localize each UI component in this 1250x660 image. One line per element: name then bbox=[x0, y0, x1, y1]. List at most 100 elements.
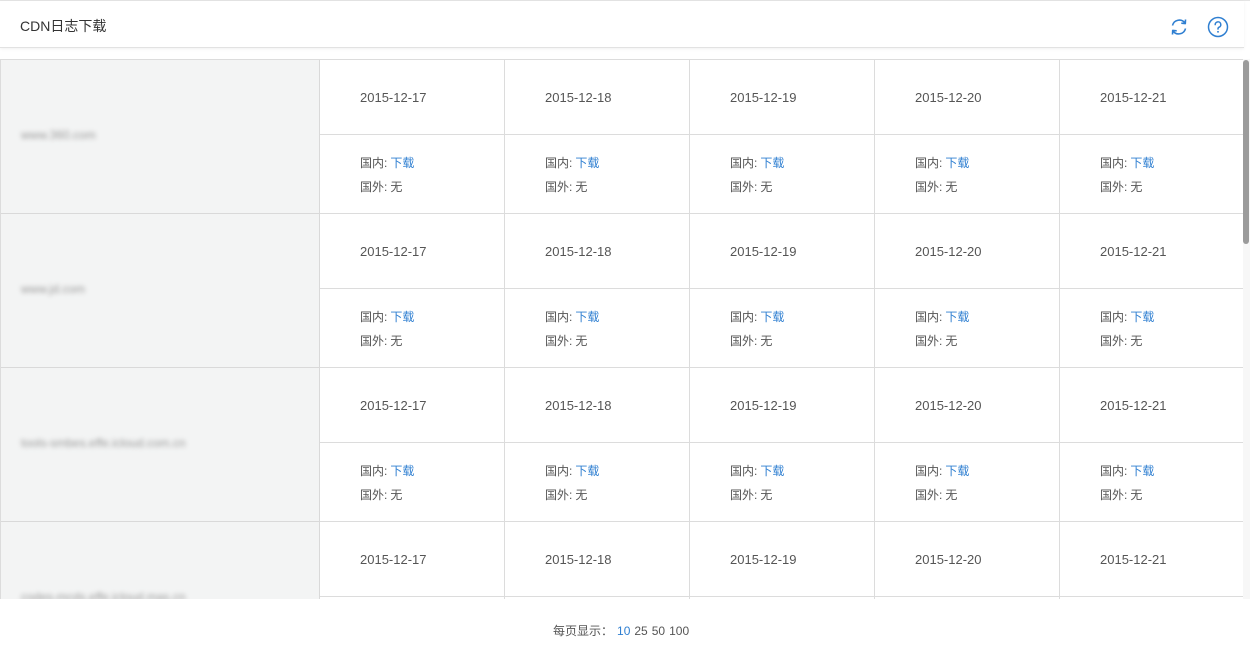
domestic-download-link[interactable]: 下载 bbox=[390, 156, 414, 170]
foreign-value: 无 bbox=[760, 488, 773, 502]
domestic-label: 国内: bbox=[360, 310, 388, 324]
domestic-download-link[interactable]: 下载 bbox=[945, 464, 969, 478]
page-size-option[interactable]: 25 bbox=[634, 624, 647, 638]
foreign-value: 无 bbox=[945, 334, 958, 348]
date-label: 2015-12-19 bbox=[730, 398, 797, 413]
domestic-row: 国内: 下载 bbox=[545, 154, 599, 171]
page-size-option[interactable]: 100 bbox=[669, 624, 689, 638]
foreign-value: 无 bbox=[575, 334, 588, 348]
page-size-option[interactable]: 50 bbox=[652, 624, 665, 638]
date-label: 2015-12-18 bbox=[545, 398, 612, 413]
foreign-value: 无 bbox=[945, 180, 958, 194]
foreign-row: 国外: 无 bbox=[1100, 486, 1142, 503]
date-cell: 2015-12-17 bbox=[320, 368, 504, 443]
domestic-download-link[interactable]: 下载 bbox=[575, 464, 599, 478]
date-label: 2015-12-19 bbox=[730, 244, 797, 259]
domestic-download-link[interactable]: 下载 bbox=[1130, 464, 1154, 478]
foreign-row: 国外: 无 bbox=[545, 178, 587, 195]
foreign-value: 无 bbox=[390, 180, 403, 194]
foreign-row: 国外: 无 bbox=[545, 332, 587, 349]
foreign-value: 无 bbox=[945, 488, 958, 502]
domestic-row: 国内: 下载 bbox=[545, 308, 599, 325]
domain-row: www.jd.com 2015-12-17 国内: 下载 国外: 无 2015-12-18 国… bbox=[1, 214, 1243, 368]
domestic-row: 国内: 下载 bbox=[1100, 308, 1154, 325]
foreign-value: 无 bbox=[1130, 488, 1143, 502]
day-column: 2015-12-19国内:下载国外:无 bbox=[690, 522, 875, 599]
date-cell: 2015-12-21 bbox=[1060, 60, 1243, 135]
day-column: 2015-12-17国内:下载国外:无 bbox=[320, 522, 505, 599]
domestic-label: 国内: bbox=[545, 156, 573, 170]
date-cell: 2015-12-18 bbox=[505, 214, 689, 289]
foreign-value: 无 bbox=[760, 180, 773, 194]
download-cell: 国内:下载国外:无 bbox=[875, 289, 1059, 368]
foreign-row: 国外: 无 bbox=[360, 486, 402, 503]
domestic-label: 国内: bbox=[545, 310, 573, 324]
domestic-row: 国内: 下载 bbox=[730, 308, 784, 325]
domestic-label: 国内: bbox=[915, 156, 943, 170]
domestic-download-link[interactable]: 下载 bbox=[760, 464, 784, 478]
foreign-row: 国外: 无 bbox=[360, 332, 402, 349]
date-label: 2015-12-17 bbox=[360, 398, 427, 413]
foreign-label: 国外: bbox=[545, 180, 573, 194]
download-cell: 国内:下载国外:无 bbox=[320, 289, 504, 368]
date-cell: 2015-12-19 bbox=[690, 60, 874, 135]
day-column: 2015-12-21 国内:下载国外:无 bbox=[1060, 214, 1243, 368]
date-cell: 2015-12-19 bbox=[690, 214, 874, 289]
download-cell: 国内:下载国外:无 bbox=[875, 135, 1059, 214]
foreign-row: 国外: 无 bbox=[730, 178, 772, 195]
domestic-download-link[interactable]: 下载 bbox=[945, 310, 969, 324]
date-cell: 2015-12-19 bbox=[690, 368, 874, 443]
day-column: 2015-12-18 国内:下载国外:无 bbox=[505, 368, 690, 522]
foreign-label: 国外: bbox=[730, 488, 758, 502]
domestic-download-link[interactable]: 下载 bbox=[1130, 310, 1154, 324]
domestic-label: 国内: bbox=[360, 156, 388, 170]
domestic-download-link[interactable]: 下载 bbox=[575, 310, 599, 324]
download-cell: 国内:下载国外:无 bbox=[690, 135, 874, 214]
date-label: 2015-12-19 bbox=[730, 90, 797, 105]
download-cell: 国内:下载国外:无 bbox=[505, 135, 689, 214]
domestic-download-link[interactable]: 下载 bbox=[760, 156, 784, 170]
download-cell: 国内:下载国外:无 bbox=[875, 443, 1059, 522]
pagination-bar: 每页显示： 10 25 50 100 bbox=[0, 599, 1250, 660]
domestic-row: 国内: 下载 bbox=[915, 462, 969, 479]
foreign-row: 国外: 无 bbox=[1100, 178, 1142, 195]
foreign-value: 无 bbox=[575, 180, 588, 194]
help-icon[interactable] bbox=[1207, 16, 1229, 38]
foreign-value: 无 bbox=[390, 488, 403, 502]
date-cell: 2015-12-17 bbox=[320, 522, 504, 597]
foreign-label: 国外: bbox=[915, 334, 943, 348]
date-cell: 2015-12-19 bbox=[690, 522, 874, 597]
domestic-download-link[interactable]: 下载 bbox=[1130, 156, 1154, 170]
domestic-label: 国内: bbox=[1100, 156, 1128, 170]
domestic-download-link[interactable]: 下载 bbox=[575, 156, 599, 170]
domestic-download-link[interactable]: 下载 bbox=[760, 310, 784, 324]
download-cell: 国内:下载国外:无 bbox=[320, 443, 504, 522]
date-cell: 2015-12-20 bbox=[875, 368, 1059, 443]
download-cell: 国内:下载国外:无 bbox=[1060, 289, 1243, 368]
domestic-row: 国内: 下载 bbox=[915, 308, 969, 325]
foreign-label: 国外: bbox=[360, 488, 388, 502]
foreign-row: 国外: 无 bbox=[915, 486, 957, 503]
foreign-row: 国外: 无 bbox=[915, 178, 957, 195]
day-column: 2015-12-18 国内:下载国外:无 bbox=[505, 60, 690, 214]
date-cell: 2015-12-21 bbox=[1060, 522, 1243, 597]
domain-cell: codes-mcds.effe.icloud.mas.cn bbox=[1, 522, 320, 599]
date-label: 2015-12-17 bbox=[360, 244, 427, 259]
foreign-label: 国外: bbox=[1100, 488, 1128, 502]
date-label: 2015-12-21 bbox=[1100, 90, 1167, 105]
day-column: 2015-12-17国内:下载国外:无 bbox=[320, 60, 505, 214]
download-cell: 国内:下载国外:无 bbox=[690, 289, 874, 368]
foreign-label: 国外: bbox=[1100, 180, 1128, 194]
date-label: 2015-12-20 bbox=[915, 244, 982, 259]
domestic-row: 国内: 下载 bbox=[1100, 462, 1154, 479]
date-cell: 2015-12-20 bbox=[875, 214, 1059, 289]
scrollbar-thumb[interactable] bbox=[1243, 60, 1249, 244]
download-cell: 国内:下载国外:无 bbox=[505, 443, 689, 522]
foreign-row: 国外: 无 bbox=[545, 486, 587, 503]
foreign-label: 国外: bbox=[360, 334, 388, 348]
page-size-option[interactable]: 10 bbox=[617, 624, 630, 638]
domestic-download-link[interactable]: 下载 bbox=[945, 156, 969, 170]
domestic-download-link[interactable]: 下载 bbox=[390, 464, 414, 478]
refresh-icon[interactable] bbox=[1168, 16, 1190, 38]
domestic-download-link[interactable]: 下载 bbox=[390, 310, 414, 324]
